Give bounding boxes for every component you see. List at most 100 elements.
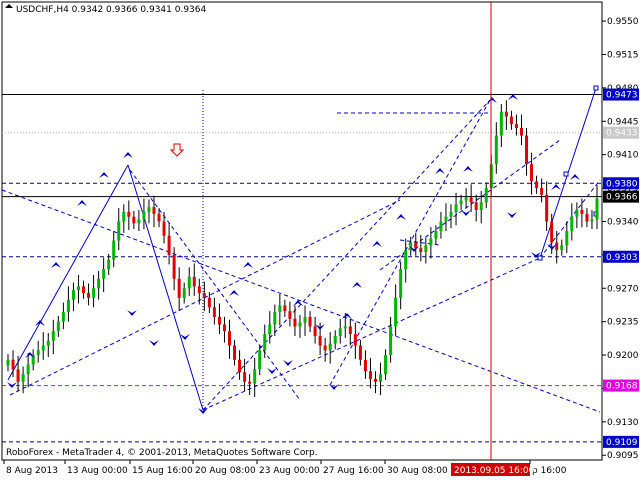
candle-body: [399, 269, 403, 298]
candle-body: [107, 259, 111, 270]
candle-body: [348, 326, 352, 335]
candle-body: [519, 127, 523, 136]
candle-body: [353, 334, 357, 346]
candle-body: [46, 340, 50, 346]
candle-body: [565, 231, 569, 246]
pattern-node[interactable]: [563, 171, 569, 177]
candle-body: [333, 335, 337, 344]
candle-body: [363, 359, 367, 372]
candle-body: [112, 240, 116, 260]
price-chart[interactable]: USDCHF,H4 0.9342 0.9366 0.9341 0.9364 Ro…: [0, 0, 640, 480]
candle-body: [56, 321, 60, 332]
candle-body: [449, 211, 453, 217]
y-tick-label: 0.9340: [607, 217, 639, 227]
candle-body: [187, 276, 191, 289]
price-tag-label: 0.9303: [606, 253, 638, 263]
candle-body: [142, 211, 146, 220]
candle-body: [434, 231, 438, 239]
candle-body: [207, 297, 211, 308]
candle-body: [424, 245, 428, 252]
plot-frame: [1, 1, 603, 461]
candle-body: [147, 207, 151, 212]
price-tag-label: 0.9380: [606, 179, 638, 189]
candle-body: [233, 345, 237, 360]
candle-body: [585, 213, 589, 222]
candle-body: [373, 378, 377, 382]
price-axis: 0.95500.95150.94800.94450.94100.93750.93…: [602, 17, 639, 461]
red-date-tag-label: 2013.09.05 16:00: [454, 466, 535, 476]
candle-body: [36, 350, 40, 356]
candle-body: [217, 316, 221, 325]
candle-body: [82, 286, 86, 294]
x-tick-label: 8 Aug 2013: [6, 466, 58, 476]
candle-body: [248, 381, 252, 384]
candle-body: [238, 359, 242, 373]
candle-body: [66, 299, 70, 313]
candle-body: [228, 331, 232, 346]
candle-body: [172, 254, 176, 279]
chart-header: USDCHF,H4 0.9342 0.9366 0.9341 0.9364: [5, 4, 206, 15]
candle-body: [530, 164, 534, 182]
candle-body: [368, 371, 372, 379]
candle-body: [92, 288, 96, 298]
candle-body: [509, 116, 513, 125]
price-tag-label: 0.9433: [606, 129, 638, 139]
chart-window[interactable]: USDCHF,H4 0.9342 0.9366 0.9341 0.9364 Ro…: [0, 0, 640, 480]
candle-body: [162, 221, 166, 236]
y-tick-label: 0.9095: [607, 451, 639, 461]
candle-body: [580, 210, 584, 214]
candle-body: [222, 324, 226, 332]
price-tag-label: 0.9473: [606, 91, 638, 101]
candle-body: [258, 350, 262, 370]
candle-body: [202, 293, 206, 298]
price-tag-label: 0.9109: [606, 438, 638, 448]
candle-body: [459, 200, 463, 205]
candle-body: [484, 188, 488, 203]
candle-body: [555, 242, 559, 251]
candle-body: [298, 322, 302, 327]
candle-body: [343, 326, 347, 329]
candle-body: [41, 345, 45, 351]
candle-body: [278, 305, 282, 313]
candle-body: [157, 213, 161, 222]
candle-body: [590, 219, 594, 222]
candle-body: [152, 207, 156, 214]
y-tick-label: 0.9550: [607, 17, 639, 27]
candle-body: [97, 278, 101, 289]
candle-body: [379, 374, 383, 382]
pattern-node[interactable]: [593, 85, 599, 91]
candle-body: [76, 286, 80, 291]
candle-body: [570, 216, 574, 231]
candle-body: [308, 316, 312, 327]
candle-body: [560, 245, 564, 251]
candle-body: [117, 221, 121, 241]
candle-body: [439, 221, 443, 231]
symbol-ohlc-header: USDCHF,H4 0.9342 0.9366 0.9341 0.9364: [16, 5, 206, 15]
candle-body: [11, 359, 15, 370]
price-tag-label: 0.9366: [606, 193, 638, 203]
candle-body: [127, 211, 131, 217]
x-tick-label: 27 Aug 16:00: [323, 466, 384, 476]
candle-body: [192, 276, 196, 287]
candle-body: [479, 202, 483, 211]
candle-body: [122, 211, 126, 222]
candle-body: [404, 250, 408, 270]
candle-body: [71, 290, 75, 300]
candle-body: [494, 135, 498, 165]
candle-body: [384, 355, 388, 375]
candle-body: [540, 188, 544, 195]
candle-body: [525, 135, 529, 165]
y-tick-label: 0.9410: [607, 151, 639, 161]
candle-body: [263, 334, 267, 351]
candle-body: [504, 111, 508, 117]
pattern-node[interactable]: [537, 255, 543, 261]
candle-body: [177, 278, 181, 298]
candle-body: [273, 312, 277, 325]
candle-body: [550, 221, 554, 243]
candle-body: [102, 269, 106, 279]
candle-body: [61, 312, 65, 322]
candle-body: [535, 181, 539, 189]
candle-body: [328, 343, 332, 351]
candle-body: [595, 198, 599, 220]
candle-body: [389, 326, 393, 356]
